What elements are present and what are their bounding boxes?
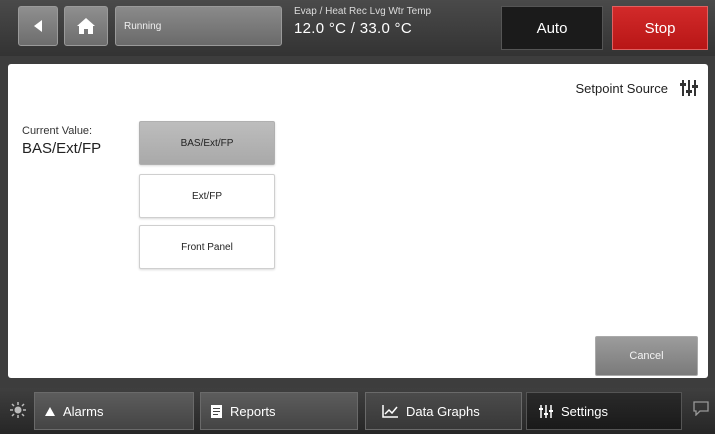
back-arrow-icon bbox=[34, 20, 42, 32]
current-value-label: Current Value: bbox=[22, 125, 93, 137]
chat-icon[interactable] bbox=[693, 400, 709, 421]
temp-label: Evap / Heat Rec Lvg Wtr Temp bbox=[294, 6, 432, 17]
tab-data-graphs-label: Data Graphs bbox=[406, 403, 480, 419]
document-icon bbox=[211, 404, 222, 418]
leaving-water-temp-display: Evap / Heat Rec Lvg Wtr Temp 12.0 °C / 3… bbox=[294, 6, 494, 50]
setpoint-source-panel: Setpoint Source Current Value: BAS/Ext/F… bbox=[8, 64, 708, 378]
home-icon bbox=[77, 18, 95, 34]
unit-status-field: Running bbox=[115, 6, 282, 46]
settings-sliders-icon bbox=[680, 79, 698, 97]
tab-reports[interactable]: Reports bbox=[200, 392, 358, 430]
auto-button[interactable]: Auto bbox=[501, 6, 603, 50]
sliders-icon bbox=[539, 404, 553, 418]
brightness-icon[interactable] bbox=[10, 402, 26, 423]
option-front-panel-button[interactable]: Front Panel bbox=[139, 225, 275, 269]
cancel-button[interactable]: Cancel bbox=[595, 336, 698, 376]
current-value-text: BAS/Ext/FP bbox=[22, 140, 102, 157]
panel-header: Setpoint Source bbox=[575, 79, 698, 97]
tab-alarms[interactable]: Alarms bbox=[34, 392, 194, 430]
tab-settings[interactable]: Settings bbox=[526, 392, 682, 430]
option-ext-fp-button[interactable]: Ext/FP bbox=[139, 174, 275, 218]
option-bas-ext-fp-button[interactable]: BAS/Ext/FP bbox=[139, 121, 275, 165]
unit-status-text: Running bbox=[124, 21, 162, 32]
top-bar: Running Evap / Heat Rec Lvg Wtr Temp 12.… bbox=[0, 0, 715, 56]
stop-button[interactable]: Stop bbox=[612, 6, 708, 50]
graph-icon bbox=[382, 404, 398, 418]
alarm-triangle-icon bbox=[45, 406, 55, 416]
temp-value: 12.0 °C / 33.0 °C bbox=[294, 20, 412, 37]
back-button[interactable] bbox=[18, 6, 58, 46]
tab-settings-label: Settings bbox=[561, 403, 608, 419]
tab-alarms-label: Alarms bbox=[63, 403, 104, 419]
tab-reports-label: Reports bbox=[230, 403, 276, 419]
panel-title: Setpoint Source bbox=[575, 80, 668, 96]
bottom-nav-bar: Alarms Reports Data Graphs Settings bbox=[0, 388, 715, 434]
tab-data-graphs[interactable]: Data Graphs bbox=[365, 392, 522, 430]
home-button[interactable] bbox=[64, 6, 108, 46]
